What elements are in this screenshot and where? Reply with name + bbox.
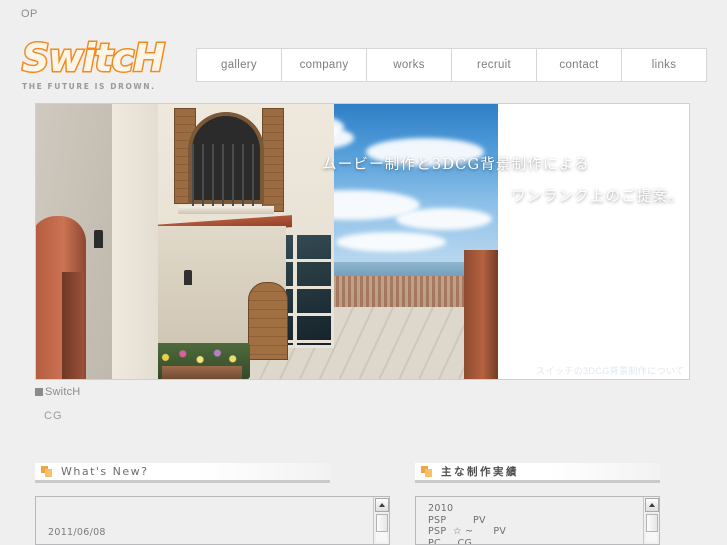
works-line: PC CG (428, 537, 473, 545)
works-list: 2010 PSP PV PSP ☆ ~ PV PC CG (416, 497, 642, 544)
right-post (464, 250, 498, 379)
news-panel: 2011/06/08 (35, 496, 390, 545)
site-header: SwitcH THE FUTURE IS DROWN. gallery comp… (0, 33, 727, 95)
works-line: PSP PV (428, 514, 486, 526)
folder-square-icon (421, 466, 432, 477)
folder-square-icon (41, 466, 52, 477)
window-shutter-right (262, 108, 284, 212)
hero-headline-line2: ワンランク上のご提案。 (511, 189, 684, 205)
news-list: 2011/06/08 (36, 497, 372, 544)
breadcrumb: OP (21, 8, 38, 20)
section-title-works: 主な制作実績 (441, 466, 519, 478)
scroll-up-arrow-icon[interactable] (375, 498, 389, 512)
arched-window (188, 112, 264, 208)
caption-primary: SwitcH (35, 386, 80, 398)
caption-secondary: CG (44, 410, 63, 422)
hero-captions: SwitcH CG (35, 386, 80, 422)
nav-item-gallery[interactable]: gallery (196, 48, 282, 82)
scroll-up-arrow-icon[interactable] (645, 498, 659, 512)
wooden-door (248, 282, 288, 360)
planter-box (162, 366, 242, 379)
lantern-icon (94, 230, 103, 248)
nav-item-recruit[interactable]: recruit (451, 48, 537, 82)
works-line: 2010 (428, 503, 454, 514)
hero-banner: ムービー制作と3DCG背景制作による ワンランク上のご提案。 スイッチの3DCG… (35, 103, 690, 380)
left-wall-lit (112, 104, 158, 379)
site-logo[interactable]: SwitcH THE FUTURE IS DROWN. (21, 35, 182, 95)
page-root: OP SwitcH THE FUTURE IS DROWN. gallery c… (0, 0, 727, 545)
cloud-shape (336, 232, 446, 252)
hero-right-panel (498, 104, 689, 379)
hero-headline-line1: ムービー制作と3DCG背景制作による (322, 157, 590, 173)
logo-tagline: THE FUTURE IS DROWN. (22, 82, 156, 91)
hero-subnote: スイッチの3DCG背景制作について (536, 366, 685, 376)
news-scrollbar[interactable] (373, 497, 389, 544)
main-navigation: gallery company works recruit contact li… (196, 48, 707, 82)
nav-item-contact[interactable]: contact (536, 48, 622, 82)
works-scrollbar[interactable] (643, 497, 659, 544)
works-line: PSP ☆ ~ PV (428, 526, 507, 537)
section-heading-works: 主な制作実績 (415, 463, 660, 483)
nav-item-links[interactable]: links (621, 48, 707, 82)
nav-item-company[interactable]: company (281, 48, 367, 82)
bullet-square-icon (35, 388, 43, 396)
section-heading-news: What's New? (35, 463, 330, 483)
terracotta-pillar-shadow (62, 272, 84, 379)
caption-primary-text: SwitcH (45, 386, 81, 398)
hero-headline: ムービー制作と3DCG背景制作による ワンランク上のご提案。 (322, 149, 689, 213)
hero-3dcg-render (36, 104, 498, 379)
section-title-news: What's New? (61, 465, 149, 478)
news-scrollbar-thumb[interactable] (376, 514, 388, 532)
works-scrollbar-thumb[interactable] (646, 514, 658, 532)
window-sill (178, 206, 274, 214)
logo-wordmark: SwitcH (21, 35, 167, 82)
wall-lamp-icon (184, 270, 192, 285)
news-date: 2011/06/08 (48, 527, 106, 538)
nav-item-works[interactable]: works (366, 48, 452, 82)
works-panel: 2010 PSP PV PSP ☆ ~ PV PC CG (415, 496, 660, 545)
window-grille (192, 144, 260, 208)
